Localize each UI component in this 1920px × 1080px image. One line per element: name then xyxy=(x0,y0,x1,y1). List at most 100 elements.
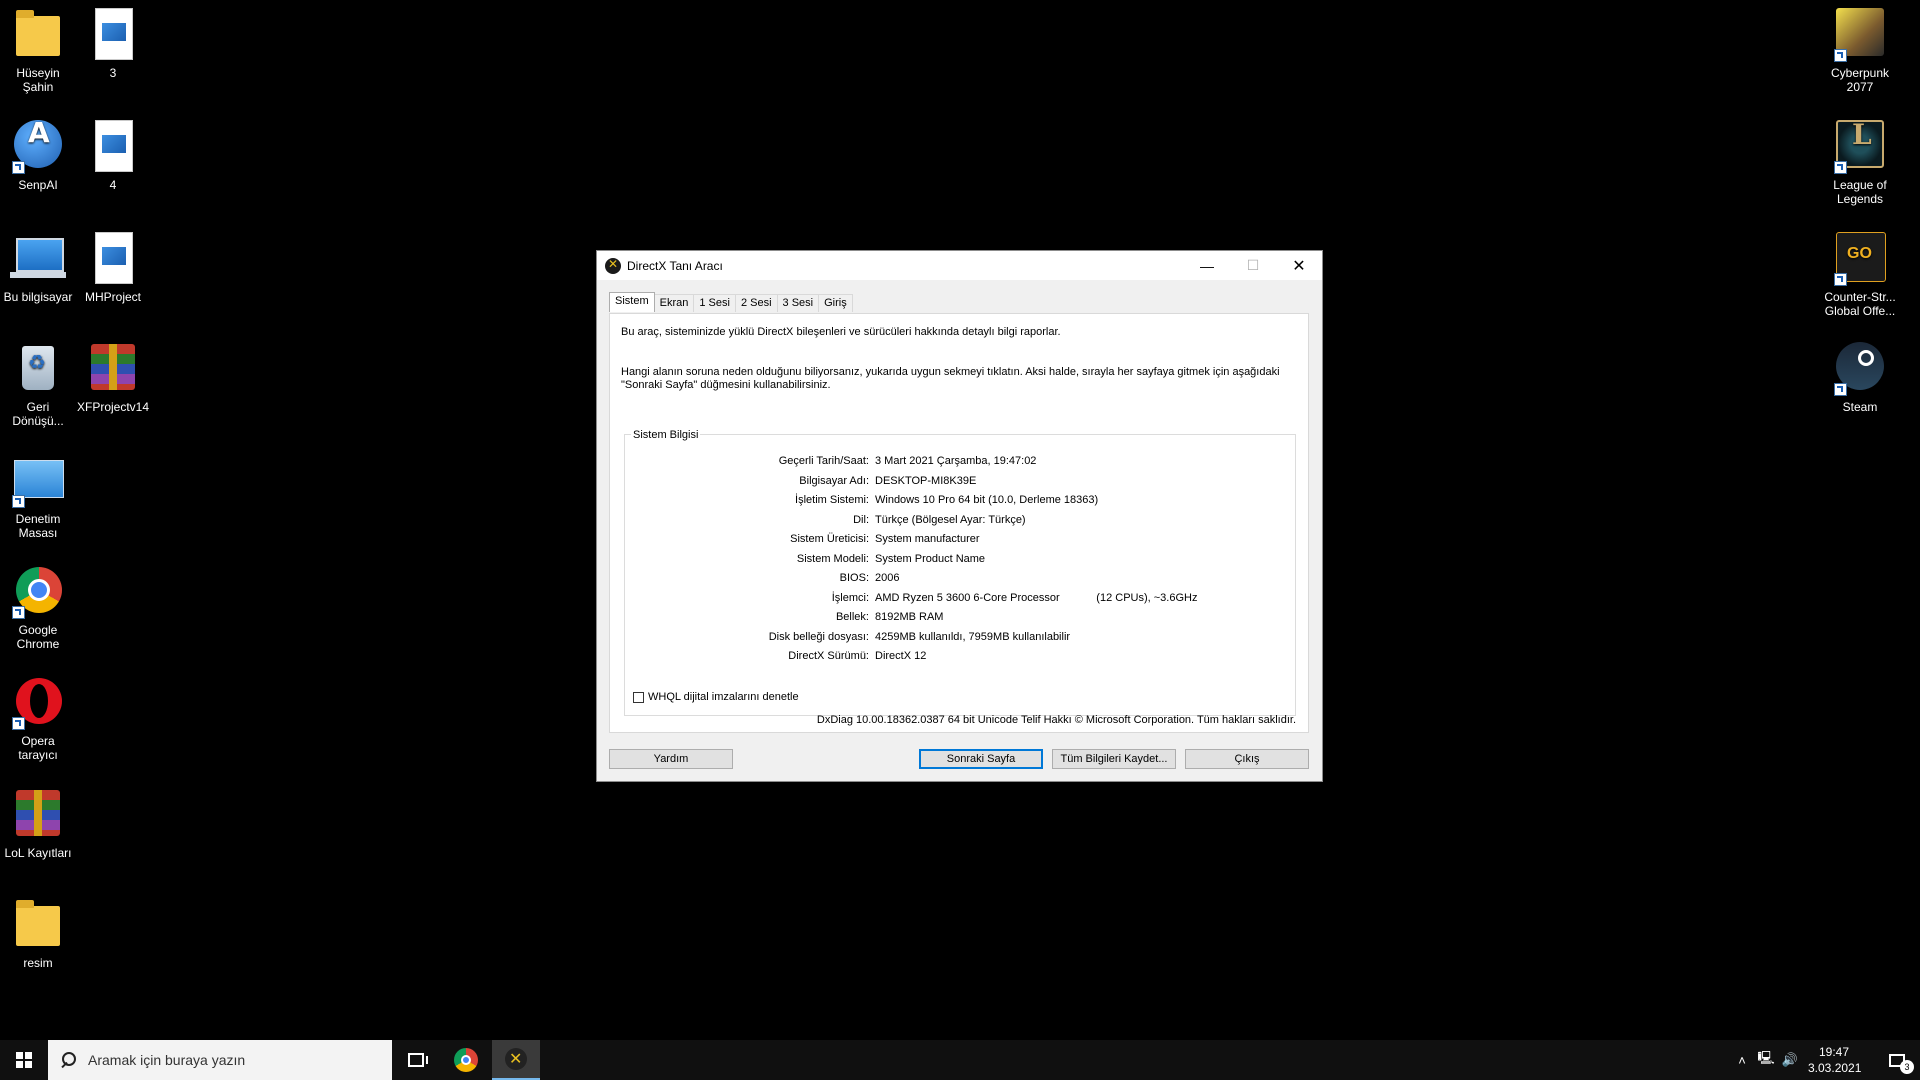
desktop-icon-steam[interactable]: Steam xyxy=(1822,340,1898,414)
senpai-app-icon xyxy=(10,118,66,174)
desktop-icon-csgo[interactable]: Counter-Str... Global Offe... xyxy=(1822,230,1898,318)
recycle-bin-icon xyxy=(10,340,66,396)
tab-sound-1[interactable]: 1 Sesi xyxy=(693,294,736,312)
image-file-icon xyxy=(85,118,141,174)
next-page-button[interactable]: Sonraki Sayfa xyxy=(919,749,1043,769)
lol-game-icon xyxy=(1832,118,1888,174)
whql-option[interactable]: WHQL dijital imzalarını denetle xyxy=(633,691,799,703)
desktop: Hüseyin Şahin 3 SenpAI 4 Bu bilgisayar M… xyxy=(0,0,1920,1040)
tab-sound-3[interactable]: 3 Sesi xyxy=(776,294,820,312)
desktop-icon-label: Google Chrome xyxy=(16,623,60,651)
info-value: 4259MB kullanıldı, 7959MB kullanılabilir xyxy=(875,630,1071,643)
desktop-icon-opera[interactable]: Opera tarayıcı xyxy=(0,674,76,762)
desktop-icon-league-of-legends[interactable]: League of Legends xyxy=(1822,118,1898,206)
info-label: Sistem Modeli: xyxy=(796,552,869,565)
desktop-icon-label: 4 xyxy=(109,178,117,192)
taskbar-search-box[interactable]: Aramak için buraya yazın xyxy=(48,1040,392,1080)
info-label: İşlemci: xyxy=(831,591,869,604)
desktop-icon-control-panel[interactable]: Denetim Masası xyxy=(0,452,76,540)
desktop-icon-label: Hüseyin Şahin xyxy=(16,66,60,94)
exit-button[interactable]: Çıkış xyxy=(1185,749,1309,769)
save-all-info-button[interactable]: Tüm Bilgileri Kaydet... xyxy=(1052,749,1176,769)
desktop-icon-label: League of Legends xyxy=(1833,178,1887,206)
close-button[interactable]: ✕ xyxy=(1276,251,1322,280)
tab-panel-system: Bu araç, sisteminizde yüklü DirectX bile… xyxy=(609,313,1309,733)
info-value: DESKTOP-MI8K39E xyxy=(875,474,977,487)
info-row-directx-version: DirectX Sürümü: DirectX 12 xyxy=(625,650,1297,666)
volume-icon[interactable]: 🔊 xyxy=(1778,1052,1802,1068)
tab-sound-2[interactable]: 2 Sesi xyxy=(734,294,778,312)
desktop-icon-label: Cyberpunk 2077 xyxy=(1830,66,1890,94)
desktop-icon-label: Bu bilgisayar xyxy=(3,290,73,304)
desktop-icon-label: Counter-Str... Global Offe... xyxy=(1824,290,1896,318)
desktop-icon-label: XFProjectv14 xyxy=(76,400,150,414)
info-value: System manufacturer xyxy=(875,533,980,545)
clock-time: 19:47 xyxy=(1818,1045,1850,1059)
desktop-icon-label: 3 xyxy=(109,66,117,80)
info-label: Geçerli Tarih/Saat: xyxy=(778,455,869,467)
info-value: AMD Ryzen 5 3600 6-Core Processor (12 CP… xyxy=(875,591,1198,604)
info-label: Bilgisayar Adı: xyxy=(799,474,869,487)
start-button[interactable] xyxy=(0,1040,48,1080)
desktop-icon-huseyin-sahin[interactable]: Hüseyin Şahin xyxy=(0,6,76,94)
image-file-icon xyxy=(85,6,141,62)
desktop-icon-this-pc[interactable]: Bu bilgisayar xyxy=(0,230,76,304)
info-value: 3 Mart 2021 Çarşamba, 19:47:02 xyxy=(875,455,1037,467)
desktop-icon-xfprojectv14[interactable]: XFProjectv14 xyxy=(75,340,151,414)
minimize-button[interactable]: — xyxy=(1184,251,1230,280)
tab-strip: Sistem Ekran 1 Sesi 2 Sesi 3 Sesi Giriş xyxy=(609,292,853,312)
info-value: DirectX 12 xyxy=(875,650,927,662)
chevron-up-icon[interactable]: ˄ xyxy=(1730,1053,1754,1068)
search-placeholder: Aramak için buraya yazın xyxy=(88,1052,246,1068)
intro-text: Bu araç, sisteminizde yüklü DirectX bile… xyxy=(621,326,1061,338)
taskbar: Aramak için buraya yazın ˄ 🖳 🔊 19:47 3.0… xyxy=(0,1040,1920,1080)
desktop-icon-cyberpunk-2077[interactable]: Cyberpunk 2077 xyxy=(1822,6,1898,94)
title-bar[interactable]: DirectX Tanı Aracı — ☐ ✕ xyxy=(597,251,1322,280)
taskbar-chrome[interactable] xyxy=(442,1040,490,1080)
info-value: System Product Name xyxy=(875,552,986,565)
tab-sistem[interactable]: Sistem xyxy=(609,292,655,312)
clock-date: 3.03.2021 xyxy=(1808,1061,1862,1075)
task-view-button[interactable] xyxy=(392,1040,440,1080)
steam-icon xyxy=(1832,340,1888,396)
system-info-group: Sistem Bilgisi Geçerli Tarih/Saat: 3 Mar… xyxy=(624,429,1297,716)
tab-giris[interactable]: Giriş xyxy=(818,294,853,312)
info-row-bios: BIOS: 2006 xyxy=(625,572,1297,588)
maximize-button: ☐ xyxy=(1230,251,1276,280)
control-panel-icon xyxy=(10,452,66,508)
info-row-processor: İşlemci: AMD Ryzen 5 3600 6-Core Process… xyxy=(625,592,1297,608)
whql-checkbox[interactable] xyxy=(633,691,644,703)
info-label: DirectX Sürümü: xyxy=(788,650,869,662)
csgo-game-icon xyxy=(1832,230,1888,286)
desktop-icon-google-chrome[interactable]: Google Chrome xyxy=(0,563,76,651)
action-center-button[interactable]: 3 xyxy=(1874,1040,1920,1080)
desktop-icon-4[interactable]: 4 xyxy=(75,118,151,192)
file-icon xyxy=(85,230,141,286)
info-row-datetime: Geçerli Tarih/Saat: 3 Mart 2021 Çarşamba… xyxy=(625,455,1297,471)
notification-count-badge: 3 xyxy=(1900,1060,1914,1074)
group-label: Sistem Bilgisi xyxy=(631,429,701,441)
desktop-icon-resim[interactable]: resim xyxy=(0,896,76,970)
network-icon[interactable]: 🖳 xyxy=(1754,1049,1778,1071)
system-tray: ˄ 🖳 🔊 xyxy=(1730,1040,1802,1080)
desktop-icon-label: SenpAI xyxy=(18,178,58,192)
winrar-archive-icon xyxy=(10,786,66,842)
desktop-icon-mhproject[interactable]: MHProject xyxy=(75,230,151,304)
desktop-icon-senpai[interactable]: SenpAI xyxy=(0,118,76,192)
help-button[interactable]: Yardım xyxy=(609,749,733,769)
info-label: Bellek: xyxy=(835,611,869,623)
info-label: Sistem Üreticisi: xyxy=(790,533,869,545)
instruction-text: Hangi alanın soruna neden olduğunu biliy… xyxy=(621,366,1280,391)
info-value: 8192MB RAM xyxy=(875,611,944,623)
chrome-icon xyxy=(454,1048,478,1072)
taskbar-directx-diag[interactable] xyxy=(492,1040,540,1080)
desktop-icon-label: Steam xyxy=(1842,400,1878,414)
search-icon xyxy=(60,1052,76,1068)
user-folder-icon xyxy=(10,6,66,62)
clock[interactable]: 19:47 3.03.2021 xyxy=(1808,1044,1862,1076)
desktop-icon-3[interactable]: 3 xyxy=(75,6,151,80)
desktop-icon-recycle-bin[interactable]: Geri Dönüşü... xyxy=(0,340,76,428)
desktop-icon-lol-kayitlari[interactable]: LoL Kayıtları xyxy=(0,786,76,860)
tab-ekran[interactable]: Ekran xyxy=(653,294,695,312)
info-row-model: Sistem Modeli: System Product Name xyxy=(625,553,1297,569)
